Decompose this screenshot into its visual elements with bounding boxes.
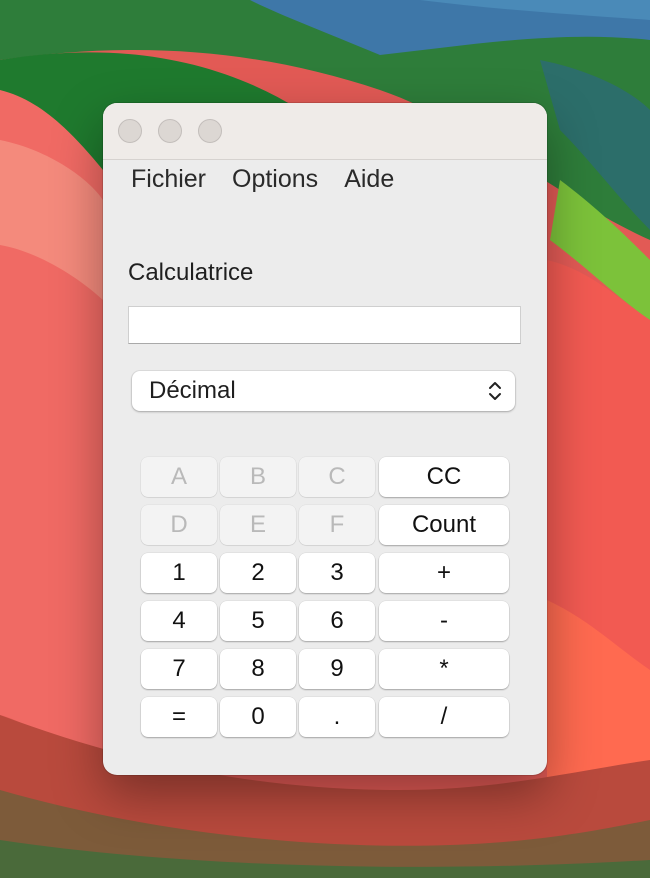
key-b: B bbox=[220, 457, 296, 497]
count-button[interactable]: Count bbox=[379, 505, 509, 545]
equals-button[interactable]: = bbox=[141, 697, 217, 737]
number-base-selected: Décimal bbox=[149, 377, 236, 404]
decimal-point-button[interactable]: . bbox=[299, 697, 375, 737]
key-9[interactable]: 9 bbox=[299, 649, 375, 689]
key-c: C bbox=[299, 457, 375, 497]
key-8[interactable]: 8 bbox=[220, 649, 296, 689]
key-1[interactable]: 1 bbox=[141, 553, 217, 593]
desktop: Fichier Options Aide Calculatrice Décima… bbox=[0, 0, 650, 878]
clear-button[interactable]: CC bbox=[379, 457, 509, 497]
key-6[interactable]: 6 bbox=[299, 601, 375, 641]
multiply-button[interactable]: * bbox=[379, 649, 509, 689]
menu-fichier[interactable]: Fichier bbox=[131, 165, 206, 194]
key-a: A bbox=[141, 457, 217, 497]
menu-options[interactable]: Options bbox=[232, 165, 318, 194]
key-d: D bbox=[141, 505, 217, 545]
calculator-window: Fichier Options Aide Calculatrice Décima… bbox=[103, 103, 547, 775]
close-window-button[interactable] bbox=[118, 119, 142, 143]
key-5[interactable]: 5 bbox=[220, 601, 296, 641]
window-titlebar[interactable] bbox=[103, 103, 547, 160]
plus-button[interactable]: + bbox=[379, 553, 509, 593]
menu-aide[interactable]: Aide bbox=[344, 165, 394, 194]
calculator-display-input[interactable] bbox=[128, 306, 521, 344]
key-f: F bbox=[299, 505, 375, 545]
key-3[interactable]: 3 bbox=[299, 553, 375, 593]
chevrons-up-down-icon bbox=[489, 382, 501, 400]
minimize-window-button[interactable] bbox=[158, 119, 182, 143]
number-base-select[interactable]: Décimal bbox=[132, 371, 515, 411]
divide-button[interactable]: / bbox=[379, 697, 509, 737]
key-4[interactable]: 4 bbox=[141, 601, 217, 641]
zoom-window-button[interactable] bbox=[198, 119, 222, 143]
key-2[interactable]: 2 bbox=[220, 553, 296, 593]
key-7[interactable]: 7 bbox=[141, 649, 217, 689]
minus-button[interactable]: - bbox=[379, 601, 509, 641]
menu-bar: Fichier Options Aide bbox=[131, 165, 394, 194]
key-0[interactable]: 0 bbox=[220, 697, 296, 737]
key-e: E bbox=[220, 505, 296, 545]
app-label: Calculatrice bbox=[128, 259, 254, 286]
